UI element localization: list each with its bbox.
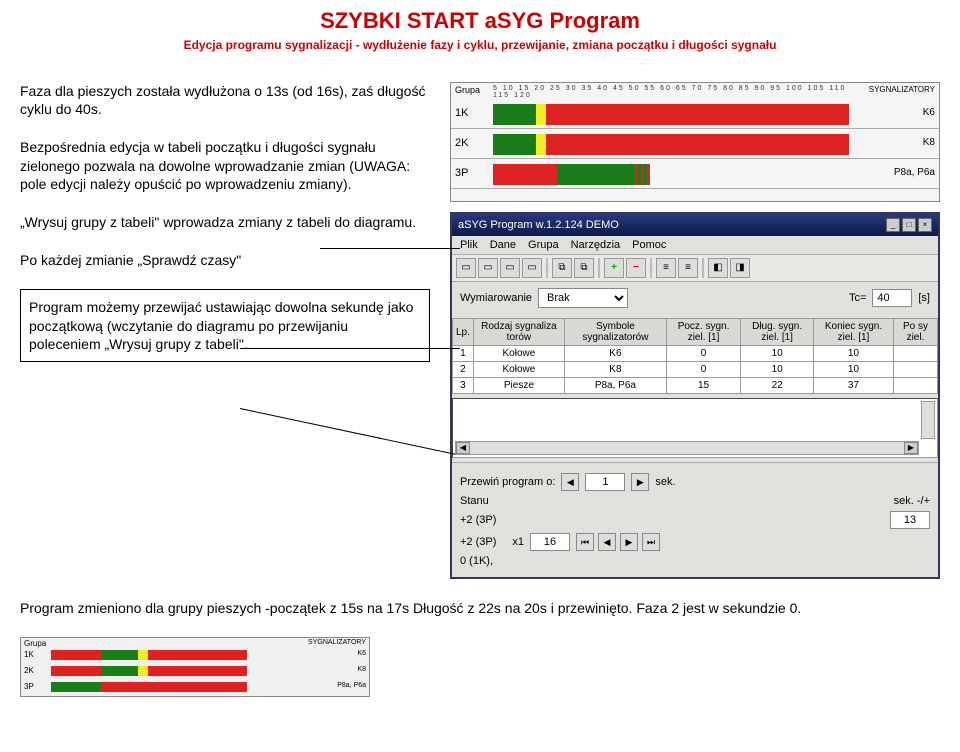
th-dlug: Dług. sygn. ziel. [1] — [741, 319, 814, 346]
menubar: Plik Dane Grupa Narzędzia Pomoc — [452, 236, 938, 255]
h-scrollbar[interactable]: ◀ ▶ — [455, 441, 919, 455]
toolbar-btn-10[interactable]: ≡ — [678, 258, 698, 278]
toolbar-btn-6[interactable]: ⧉ — [574, 258, 594, 278]
toolbar-btn-11[interactable]: ◧ — [708, 258, 728, 278]
tc-unit: [s] — [918, 292, 930, 304]
plus2-3p-b: +2 (3P) — [460, 536, 496, 548]
signal-table: Lp. Rodzaj sygnaliza torów Symbole sygna… — [452, 318, 938, 394]
toolbar-btn-9[interactable]: ≡ — [656, 258, 676, 278]
signal-diagram-bottom: Grupa SYGNALIZATORY 1K K6 2K K8 3P P8a, … — [20, 637, 370, 697]
menu-pomoc[interactable]: Pomoc — [632, 239, 666, 251]
signal-diagram-top: Grupa 5 10 15 20 25 30 35 40 45 50 55 60… — [450, 82, 940, 202]
titlebar: aSYG Program w.1.2.124 DEMO _ □ × — [452, 214, 938, 236]
przewin-input[interactable] — [585, 473, 625, 491]
window-title: aSYG Program w.1.2.124 DEMO — [458, 219, 619, 231]
scroll-right-icon[interactable]: ▶ — [904, 442, 918, 454]
diagram-ticks: 5 10 15 20 25 30 35 40 45 50 55 60 65 70… — [493, 85, 849, 99]
toolbar-btn-12[interactable]: ◨ — [730, 258, 750, 278]
nav-first-icon[interactable]: ⏮ — [576, 533, 594, 551]
text-block-4: Po każdej zmianie „Sprawdź czasy" — [20, 251, 430, 269]
th-symbole: Symbole sygnalizatorów — [564, 319, 666, 346]
wymiarowanie-row: Wymiarowanie Brak Tc= [s] — [452, 282, 938, 314]
przewin-prev-icon[interactable]: ◀ — [561, 473, 579, 491]
th-koniec: Koniec sygn. ziel. [1] — [814, 319, 894, 346]
sek-label: sek. -/+ — [894, 495, 930, 507]
bottom-section: Przewiń program o: ◀ ▶ sek. Stanu sek. -… — [452, 462, 938, 577]
page-subtitle: Edycja programu sygnalizacji - wydłużeni… — [0, 38, 960, 52]
text-block-3: „Wrysuj grupy z tabeli" wprowadza zmiany… — [20, 213, 430, 231]
app-window: aSYG Program w.1.2.124 DEMO _ □ × Plik D… — [450, 212, 940, 579]
toolbar-btn-3[interactable]: ▭ — [500, 258, 520, 278]
toolbar-btn-5[interactable]: ⧉ — [552, 258, 572, 278]
row-label-1k: 1K — [455, 107, 468, 119]
diagram-row-1k: 1K K6 — [451, 101, 939, 129]
toolbar-minus-icon[interactable]: − — [626, 258, 646, 278]
menu-plik[interactable]: Plik — [460, 239, 478, 251]
przewin-unit: sek. — [655, 476, 675, 488]
diagram-row-3p: 3P P8a, P6a — [451, 161, 939, 189]
v-scrollbar[interactable] — [921, 401, 935, 439]
nav-last-icon[interactable]: ⏭ — [642, 533, 660, 551]
diagram-header-sygn: SYGNALIZATORY — [869, 85, 935, 94]
tc-label: Tc= — [849, 292, 866, 304]
sek-input[interactable] — [890, 511, 930, 529]
tc-input[interactable] — [872, 289, 912, 307]
wymiarowanie-select[interactable]: Brak — [538, 288, 628, 308]
wymiarowanie-label: Wymiarowanie — [460, 292, 532, 304]
toolbar-btn-2[interactable]: ▭ — [478, 258, 498, 278]
diagram-bottom-sygn: SYGNALIZATORY — [308, 639, 366, 646]
menu-grupa[interactable]: Grupa — [528, 239, 559, 251]
text-block-5: Program możemy przewijać ustawiając dowo… — [20, 289, 430, 362]
close-button[interactable]: × — [918, 218, 932, 232]
th-rodzaj: Rodzaj sygnaliza torów — [473, 319, 564, 346]
right-column: Grupa 5 10 15 20 25 30 35 40 45 50 55 60… — [450, 82, 940, 579]
left-column: Faza dla pieszych została wydłużona o 13… — [20, 82, 450, 579]
nav-next-icon[interactable]: ▶ — [620, 533, 638, 551]
row-sygn-3p: P8a, P6a — [894, 167, 935, 178]
scroll-area[interactable]: ◀ ▶ — [452, 398, 938, 458]
row-sygn-2k: K8 — [923, 137, 935, 148]
diagram-bottom-grupa: Grupa — [24, 639, 46, 648]
th-pocz: Pocz. sygn. ziel. [1] — [666, 319, 740, 346]
toolbar-plus-icon[interactable]: + — [604, 258, 624, 278]
bottom-text: Program zmieniono dla grupy pieszych -po… — [20, 599, 940, 617]
page-title: SZYBKI START aSYG Program — [0, 8, 960, 34]
th-po: Po sy ziel. — [893, 319, 937, 346]
x1-input[interactable] — [530, 533, 570, 551]
toolbar-btn-4[interactable]: ▭ — [522, 258, 542, 278]
th-lp: Lp. — [453, 319, 474, 346]
diagram-header-grupa: Grupa — [455, 85, 480, 95]
table-row: 1 Kołowe K6 0 10 10 — [453, 346, 938, 362]
nav-prev-icon[interactable]: ◀ — [598, 533, 616, 551]
toolbar-btn-1[interactable]: ▭ — [456, 258, 476, 278]
maximize-button[interactable]: □ — [902, 218, 916, 232]
diagram-bottom-row-1k: 1K — [24, 650, 34, 659]
table-row: 2 Kołowe K8 0 10 10 — [453, 362, 938, 378]
diagram-bottom-row-3p: 3P — [24, 682, 34, 691]
row-label-2k: 2K — [455, 137, 468, 149]
plus2-3p-a: +2 (3P) — [460, 514, 496, 526]
przewin-label: Przewiń program o: — [460, 476, 555, 488]
table-row: 3 Piesze P8a, P6a 15 22 37 — [453, 378, 938, 394]
diagram-bottom-row-2k: 2K — [24, 666, 34, 675]
diagram-row-2k: 2K K8 — [451, 131, 939, 159]
x1-label: x1 — [512, 536, 524, 548]
text-block-1: Faza dla pieszych została wydłużona o 13… — [20, 82, 430, 118]
minimize-button[interactable]: _ — [886, 218, 900, 232]
zero-1k: 0 (1K), — [460, 555, 493, 567]
toolbar: ▭ ▭ ▭ ▭ ⧉ ⧉ + − ≡ ≡ ◧ ◨ — [452, 255, 938, 282]
stanu-label: Stanu — [460, 495, 489, 507]
text-block-2: Bezpośrednia edycja w tabeli początku i … — [20, 138, 430, 193]
menu-dane[interactable]: Dane — [490, 239, 516, 251]
row-sygn-1k: K6 — [923, 107, 935, 118]
menu-narzedzia[interactable]: Narzędzia — [571, 239, 621, 251]
scroll-left-icon[interactable]: ◀ — [456, 442, 470, 454]
row-label-3p: 3P — [455, 167, 468, 179]
przewin-next-icon[interactable]: ▶ — [631, 473, 649, 491]
